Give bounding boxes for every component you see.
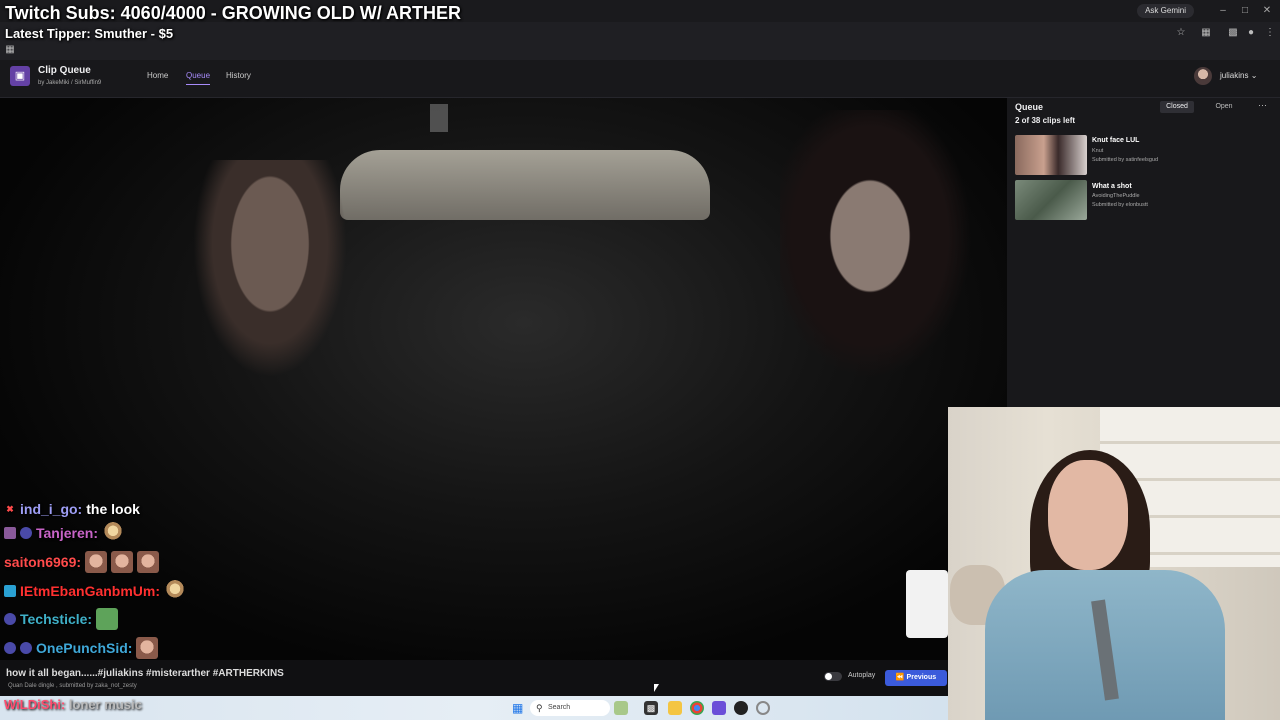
queue-count: 2 of 38 clips left: [1015, 116, 1076, 125]
webcam-streamer-face: [1048, 460, 1128, 570]
windows-taskbar: [0, 696, 948, 720]
chat-username: saiton6969:: [4, 554, 82, 570]
emote-icon: [164, 580, 187, 602]
nav-home[interactable]: Home: [147, 71, 168, 80]
menu-icon[interactable]: ⋮: [1263, 26, 1277, 40]
clip-submitter: Submitted by elonbustt: [1092, 202, 1148, 208]
sub-goal-overlay: Twitch Subs: 4060/4000 - GROWING OLD W/ …: [5, 3, 462, 23]
emote-icon: [85, 551, 108, 573]
extension-icon[interactable]: ▦: [1199, 26, 1213, 40]
chat-message: WiLDiShi: loner music: [4, 697, 142, 712]
badge-icon: [20, 642, 32, 654]
badge-icon: ✖: [6, 504, 14, 514]
profile-icon[interactable]: ●: [1244, 26, 1258, 40]
autoplay-toggle-knob[interactable]: [825, 673, 832, 680]
file-explorer-icon[interactable]: [668, 701, 682, 715]
autoplay-label: Autoplay: [848, 672, 876, 679]
windows-start-icon[interactable]: ▦: [512, 702, 524, 714]
clip-thumbnail[interactable]: [1015, 180, 1087, 220]
chat-message: Techsticle:: [4, 608, 119, 630]
discord-icon[interactable]: [712, 701, 726, 715]
ask-gemini-button[interactable]: Ask Gemini: [1137, 4, 1194, 18]
video-light-reflection: [430, 104, 448, 132]
chat-message: ✖ ind_i_go: the look: [4, 498, 140, 520]
search-icon: ⚲: [536, 703, 543, 713]
clip-channel: Knut: [1092, 148, 1104, 154]
badge-icon: [4, 613, 16, 625]
emote-icon: [137, 551, 160, 573]
mouse-cursor: [654, 684, 659, 692]
clip-title[interactable]: What a shot: [1092, 183, 1132, 190]
clip-queue-logo-icon[interactable]: ▣: [10, 66, 30, 86]
user-menu[interactable]: juliakins ⌄: [1220, 71, 1257, 80]
task-view-icon[interactable]: ▩: [644, 701, 658, 715]
maximize-icon[interactable]: □: [1238, 4, 1252, 18]
chat-text: the look: [86, 501, 140, 517]
chat-username: IEtmEbanGanbmUm:: [20, 583, 161, 599]
app-title: Clip Queue: [38, 65, 91, 76]
puzzle-icon[interactable]: ▩: [1226, 26, 1240, 40]
close-icon[interactable]: ✕: [1260, 4, 1274, 18]
current-clip-submitter: Quan Dale dingle , submitted by zaka_not…: [8, 683, 137, 689]
badge-icon: [4, 585, 16, 597]
avatar[interactable]: [1194, 67, 1212, 85]
chat-username: ind_i_go:: [20, 501, 83, 517]
app-icon[interactable]: [756, 701, 770, 715]
queue-title: Queue: [1015, 102, 1044, 112]
emote-icon: [101, 522, 124, 544]
chat-message: saiton6969:: [4, 551, 160, 573]
clip-title[interactable]: Knut face LUL: [1092, 137, 1139, 144]
previous-label: Previous: [906, 674, 937, 681]
chat-username: OnePunchSid:: [36, 640, 133, 656]
video-person-left: [180, 160, 360, 400]
user-name: juliakins: [1220, 71, 1249, 80]
clip-submitter: Submitted by satinfeelsgud: [1092, 157, 1159, 163]
minimize-icon[interactable]: –: [1216, 4, 1230, 18]
badge-icon: [20, 527, 32, 539]
chat-username: Tanjeren:: [36, 525, 98, 541]
emote-icon: [136, 637, 159, 659]
nav-queue[interactable]: Queue: [186, 71, 211, 85]
chat-username: Techsticle:: [20, 611, 93, 627]
notification-card[interactable]: [906, 570, 948, 638]
video-person-right: [780, 110, 980, 390]
queue-closed-button[interactable]: Closed: [1160, 101, 1194, 113]
star-icon[interactable]: ☆: [1174, 26, 1188, 40]
rewind-icon: ⏪: [895, 674, 905, 681]
latest-tipper-overlay: Latest Tipper: Smuther - $5: [5, 26, 174, 41]
widgets-icon[interactable]: [614, 701, 628, 715]
app-byline: by JakeMiki / SirMuffin9: [38, 80, 102, 86]
nav-history[interactable]: History: [226, 71, 251, 80]
emote-icon: [111, 551, 134, 573]
badge-icon: [4, 642, 16, 654]
previous-button[interactable]: ⏪ Previous: [885, 670, 947, 686]
chat-message: Tanjeren:: [4, 522, 124, 544]
chat-message: OnePunchSid:: [4, 637, 159, 659]
apps-grid-icon[interactable]: ▦: [3, 43, 17, 57]
clip-channel: AvoidingThePuddle: [1092, 193, 1140, 199]
more-options-icon[interactable]: ⋯: [1258, 100, 1267, 111]
emote-icon: [96, 608, 119, 630]
video-rear-window: [340, 150, 710, 220]
chat-username: WiLDiShi:: [4, 697, 66, 712]
chat-text: loner music: [68, 697, 142, 712]
chevron-down-icon: ⌄: [1250, 71, 1258, 80]
obs-icon[interactable]: [734, 701, 748, 715]
current-clip-title: how it all began......#juliakins #mister…: [6, 668, 284, 679]
badge-icon: [4, 527, 16, 539]
chat-message: IEtmEbanGanbmUm:: [4, 580, 187, 602]
chrome-icon[interactable]: [690, 701, 704, 715]
queue-open-button[interactable]: Open: [1210, 101, 1238, 113]
clip-thumbnail[interactable]: [1015, 135, 1087, 175]
